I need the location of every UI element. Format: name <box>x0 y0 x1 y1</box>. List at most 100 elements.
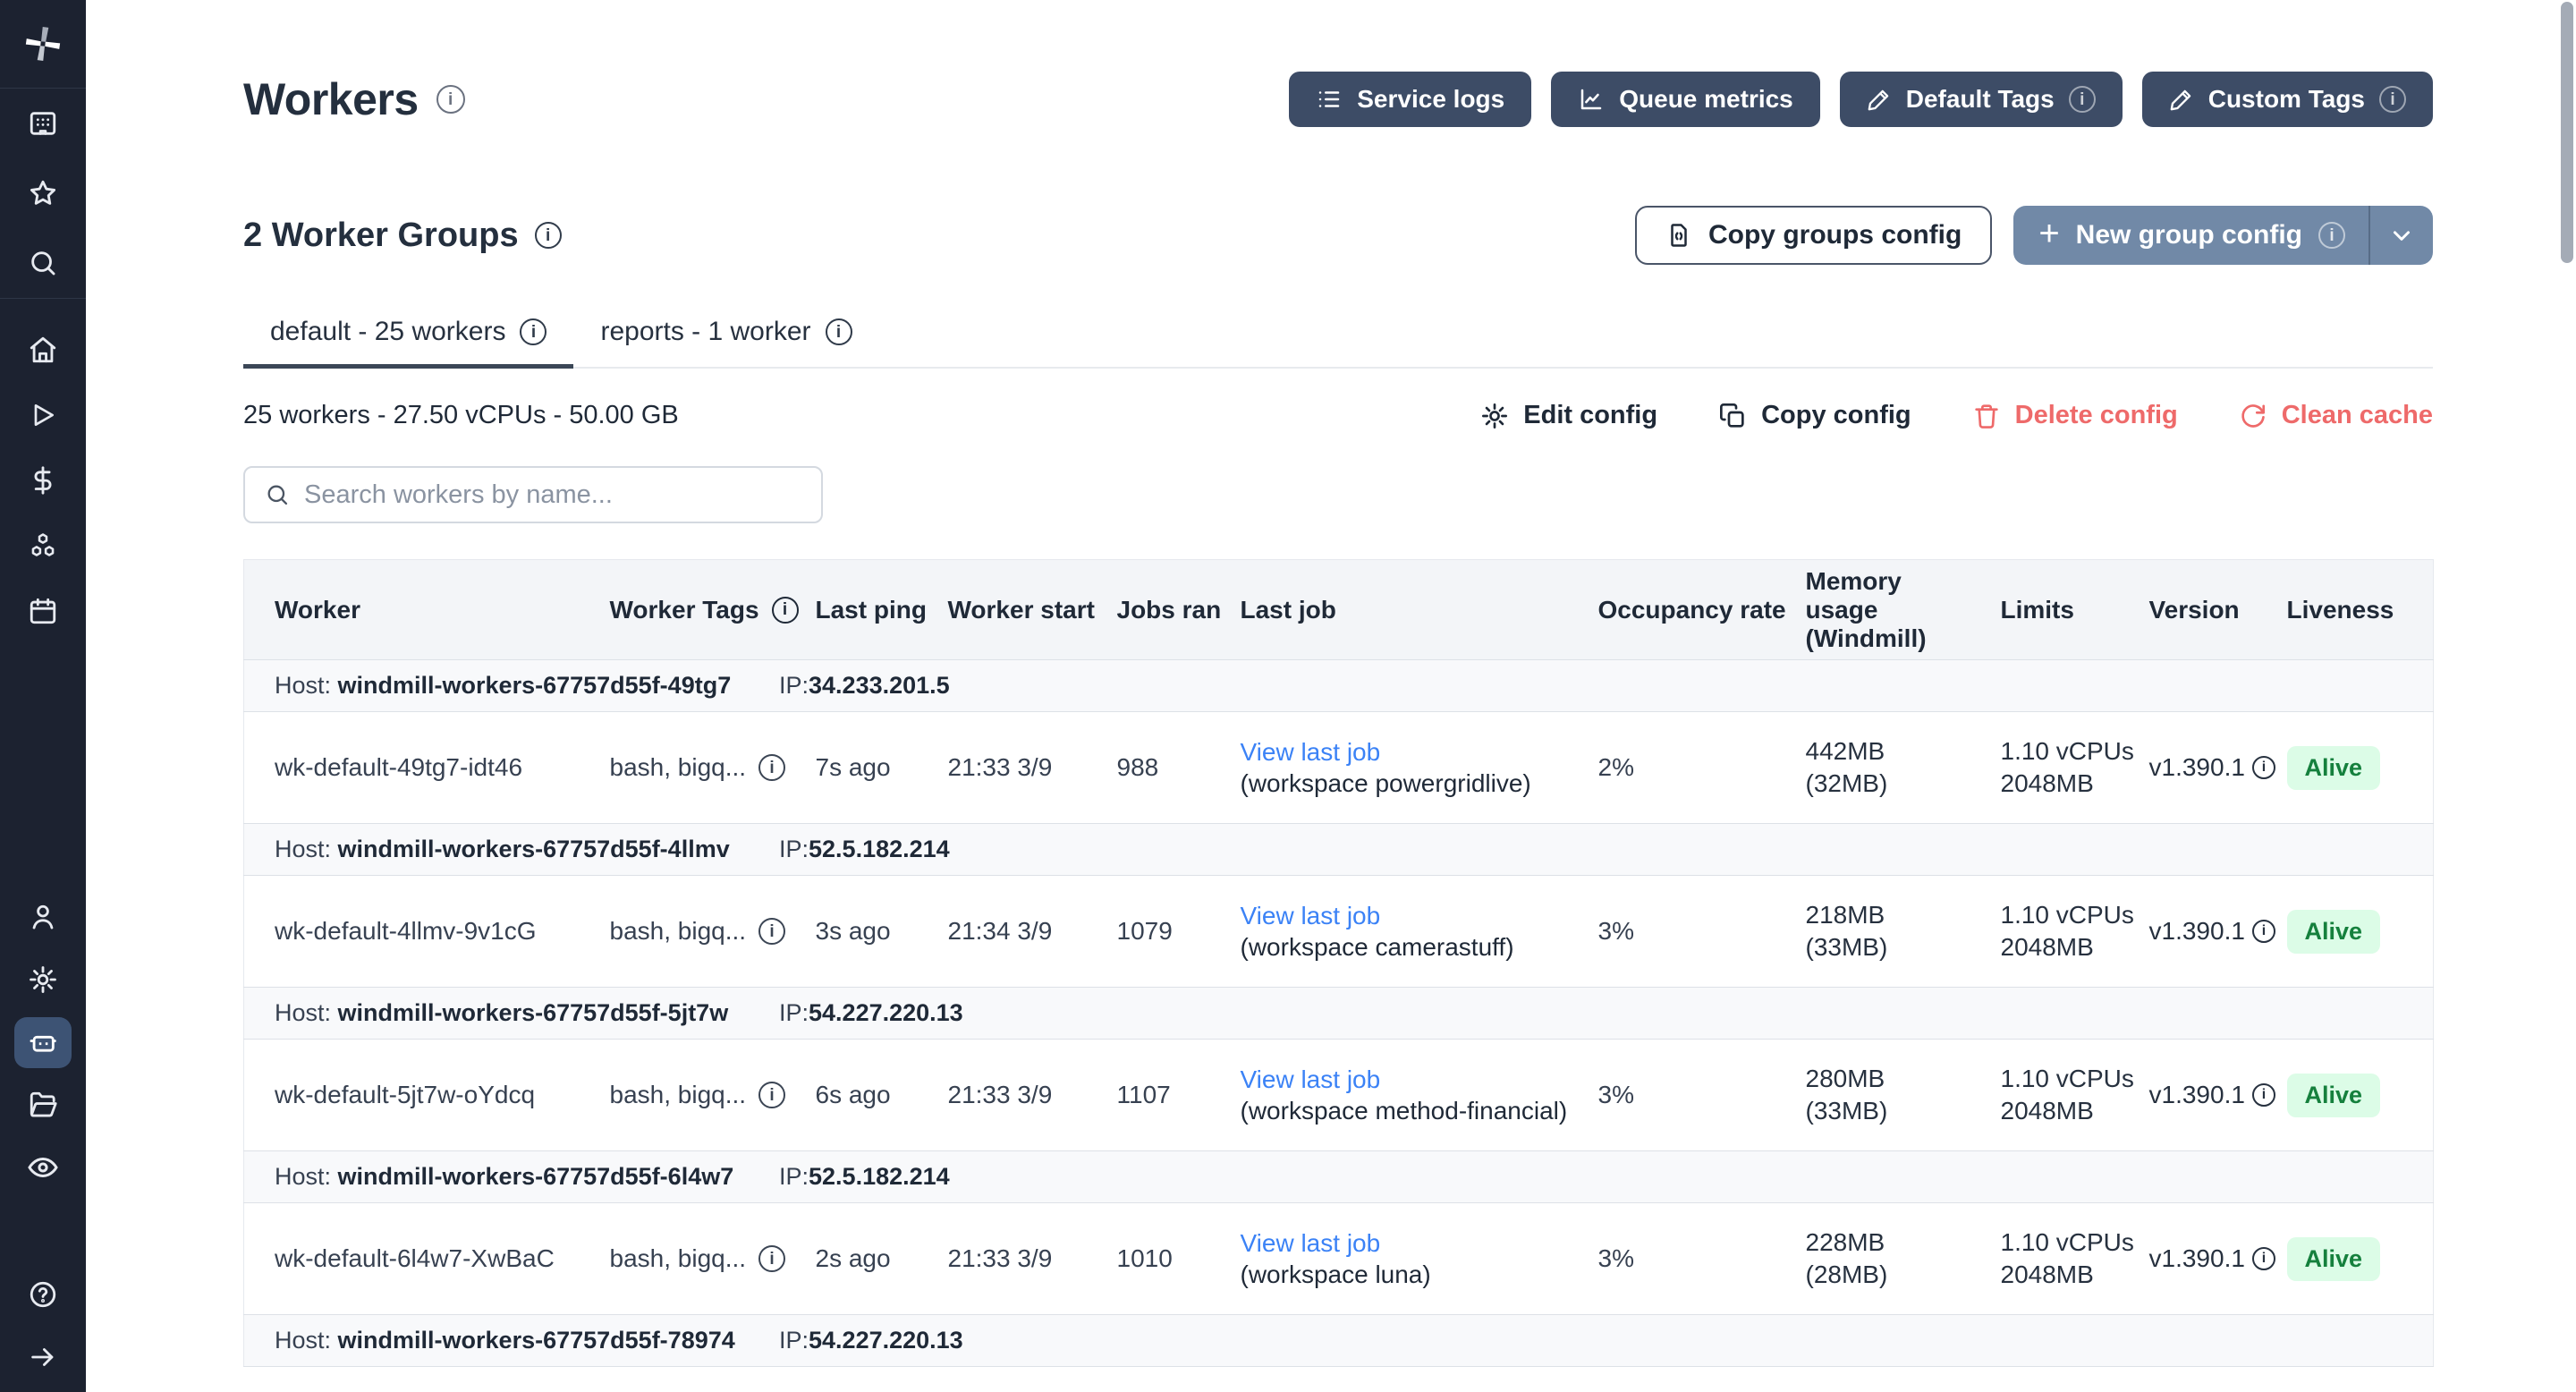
tab-default-info-icon[interactable]: i <box>520 318 547 345</box>
service-logs-button[interactable]: Service logs <box>1289 72 1531 127</box>
view-last-job-link[interactable]: View last job <box>1241 1227 1586 1259</box>
worker-name: wk-default-4llmv-9v1cG <box>244 876 610 988</box>
memory-usage: 218MB <box>1806 899 1988 931</box>
sidebar-item-user[interactable] <box>0 886 86 948</box>
limit-cpu: 1.10 vCPUs <box>2001 735 2137 768</box>
liveness-badge: Alive <box>2287 910 2381 954</box>
copy-groups-config-button[interactable]: Copy groups config <box>1635 206 1992 265</box>
limit-memory: 2048MB <box>2001 931 2137 963</box>
star-icon <box>28 178 58 208</box>
host-row: Host: windmill-workers-67757d55f-78974 I… <box>244 1315 2434 1367</box>
home-icon <box>28 335 58 365</box>
tab-default[interactable]: default - 25 workers i <box>243 306 573 367</box>
view-last-job-link[interactable]: View last job <box>1241 1064 1586 1095</box>
occupancy-rate: 3% <box>1598 1203 1806 1315</box>
search-icon <box>28 248 58 278</box>
sidebar-item-runs[interactable] <box>0 382 86 447</box>
worker-tags: bash, bigq... <box>610 753 747 782</box>
table-header-row: Worker Worker Tags i Last ping Worker st… <box>244 560 2434 660</box>
default-tags-button[interactable]: Default Tags i <box>1840 72 2123 127</box>
sidebar-item-settings[interactable] <box>0 948 86 1011</box>
sidebar-item-resources[interactable] <box>0 513 86 578</box>
worker-groups-info-icon[interactable]: i <box>535 222 562 249</box>
worker-tags: bash, bigq... <box>610 1081 747 1109</box>
help-circle-icon <box>28 1279 58 1310</box>
sidebar-item-help[interactable] <box>0 1263 86 1326</box>
worker-row: wk-default-6l4w7-XwBaC bash, bigq... i 2… <box>244 1203 2434 1315</box>
worker-version: v1.390.1 <box>2149 917 2245 946</box>
memory-usage-windmill: (32MB) <box>1806 768 1988 800</box>
tags-info-icon[interactable]: i <box>758 754 785 781</box>
view-last-job-link[interactable]: View last job <box>1241 900 1586 931</box>
page-scrollbar[interactable] <box>2561 2 2573 263</box>
limit-cpu: 1.10 vCPUs <box>2001 899 2137 931</box>
worker-start: 21:33 3/9 <box>948 1203 1117 1315</box>
sidebar-item-favorites[interactable] <box>0 158 86 228</box>
tags-info-icon[interactable]: i <box>758 1082 785 1108</box>
worker-tags-info-icon[interactable]: i <box>772 597 799 624</box>
calendar-icon <box>28 596 58 626</box>
liveness-badge: Alive <box>2287 1237 2381 1281</box>
jobs-ran: 1107 <box>1117 1040 1241 1151</box>
sidebar-item-usage[interactable] <box>0 447 86 513</box>
last-job-workspace: (workspace powergridlive) <box>1241 768 1586 799</box>
limit-cpu: 1.10 vCPUs <box>2001 1226 2137 1259</box>
search-workers-input[interactable] <box>304 480 801 510</box>
tab-reports[interactable]: reports - 1 worker i <box>573 306 878 367</box>
sidebar-item-search[interactable] <box>0 228 86 298</box>
worker-name: wk-default-49tg7-idt46 <box>244 712 610 824</box>
tags-info-icon[interactable]: i <box>758 918 785 945</box>
version-info-icon[interactable]: i <box>2252 756 2275 779</box>
workers-info-icon[interactable]: i <box>436 85 465 114</box>
play-icon <box>29 401 57 429</box>
edit-config-button[interactable]: Edit config <box>1480 401 1657 430</box>
jobs-ran: 988 <box>1117 712 1241 824</box>
view-last-job-link[interactable]: View last job <box>1241 736 1586 768</box>
version-info-icon[interactable]: i <box>2252 920 2275 943</box>
col-liveness: Liveness <box>2287 560 2434 660</box>
custom-tags-button[interactable]: Custom Tags i <box>2142 72 2433 127</box>
worker-row: wk-default-49tg7-idt46 bash, bigq... i 7… <box>244 712 2434 824</box>
version-info-icon[interactable]: i <box>2252 1083 2275 1107</box>
group-summary: 25 workers - 27.50 vCPUs - 50.00 GB <box>243 401 679 430</box>
worker-group-tabs: default - 25 workers i reports - 1 worke… <box>243 306 2433 369</box>
user-icon <box>28 902 58 932</box>
worker-start: 21:33 3/9 <box>948 712 1117 824</box>
pencil-icon <box>2169 87 2194 112</box>
sidebar-item-home[interactable] <box>0 317 86 382</box>
custom-tags-info-icon[interactable]: i <box>2379 86 2406 113</box>
copy-config-button[interactable]: Copy config <box>1718 401 1911 430</box>
header-actions: Service logs Queue metrics Default Tags … <box>1289 72 2433 127</box>
sidebar-item-folders[interactable] <box>0 1074 86 1136</box>
file-config-icon <box>1665 222 1692 249</box>
host-row: Host: windmill-workers-67757d55f-49tg7 I… <box>244 660 2434 712</box>
sidebar-item-schedules[interactable] <box>0 578 86 643</box>
queue-metrics-button[interactable]: Queue metrics <box>1551 72 1820 127</box>
new-group-config-dropdown[interactable] <box>2370 206 2433 265</box>
memory-usage: 280MB <box>1806 1063 1988 1095</box>
liveness-badge: Alive <box>2287 1074 2381 1117</box>
occupancy-rate: 3% <box>1598 876 1806 988</box>
tab-reports-info-icon[interactable]: i <box>826 318 852 345</box>
default-tags-info-icon[interactable]: i <box>2069 86 2096 113</box>
new-group-config-button[interactable]: + New group config i <box>2013 206 2433 265</box>
col-worker: Worker <box>244 560 610 660</box>
cubes-icon <box>28 530 58 561</box>
new-group-config-info-icon[interactable]: i <box>2318 222 2345 249</box>
sidebar-item-apps[interactable] <box>0 89 86 158</box>
search-icon <box>265 482 290 507</box>
delete-config-button[interactable]: Delete config <box>1972 401 2178 430</box>
sidebar <box>0 0 86 1392</box>
worker-name: wk-default-6l4w7-XwBaC <box>244 1203 610 1315</box>
windmill-logo[interactable] <box>0 0 86 88</box>
sidebar-collapse-toggle[interactable] <box>0 1326 86 1388</box>
clean-cache-button[interactable]: Clean cache <box>2239 401 2433 430</box>
plus-icon: + <box>2038 216 2059 251</box>
worker-version: v1.390.1 <box>2149 1244 2245 1273</box>
tags-info-icon[interactable]: i <box>758 1245 785 1272</box>
col-occupancy-rate: Occupancy rate <box>1598 560 1806 660</box>
sidebar-item-workers[interactable] <box>0 1011 86 1074</box>
memory-usage: 442MB <box>1806 735 1988 768</box>
sidebar-item-audit[interactable] <box>0 1136 86 1199</box>
version-info-icon[interactable]: i <box>2252 1247 2275 1270</box>
